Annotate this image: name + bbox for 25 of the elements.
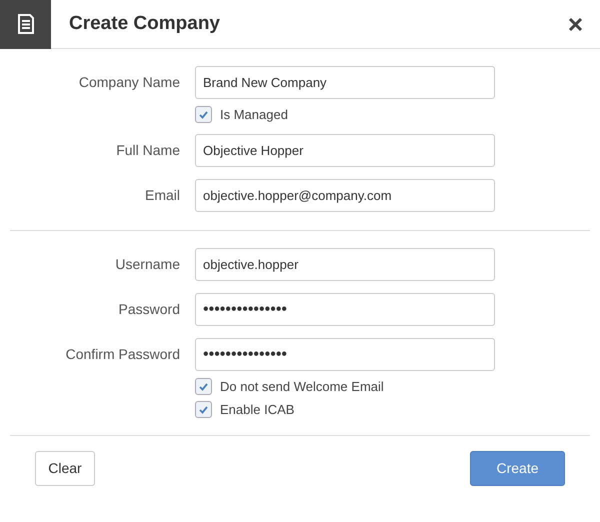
field-label: Username (114, 255, 181, 274)
dialog-title: Create Company (69, 12, 220, 36)
close-icon[interactable] (568, 16, 583, 32)
field-label: Company Name (78, 73, 181, 92)
input-field[interactable]: Brand New Company (195, 66, 495, 99)
checkbox[interactable] (195, 401, 212, 418)
field-label: Email (144, 186, 181, 205)
checkbox-label: Enable ICAB (220, 400, 294, 419)
input-field[interactable]: ••••••••••••••• (195, 293, 495, 326)
field-label: Confirm Password (64, 345, 181, 364)
field-label: Password (118, 300, 181, 319)
document-icon (16, 14, 34, 34)
input-field[interactable]: Objective Hopper (195, 134, 495, 167)
checkbox-label: Do not send Welcome Email (220, 378, 384, 396)
checkbox[interactable] (195, 106, 212, 123)
input-field[interactable]: objective.hopper@company.com (195, 179, 495, 212)
check-icon (198, 109, 209, 120)
check-icon (198, 404, 209, 415)
field-label: Full Name (115, 141, 181, 160)
input-field[interactable]: ••••••••••••••• (195, 338, 495, 371)
check-icon (198, 381, 209, 392)
checkbox-label: Is Managed (220, 106, 288, 124)
input-field[interactable]: objective.hopper (195, 248, 495, 281)
clear-button[interactable]: Clear (35, 451, 95, 486)
checkbox[interactable] (195, 378, 212, 395)
